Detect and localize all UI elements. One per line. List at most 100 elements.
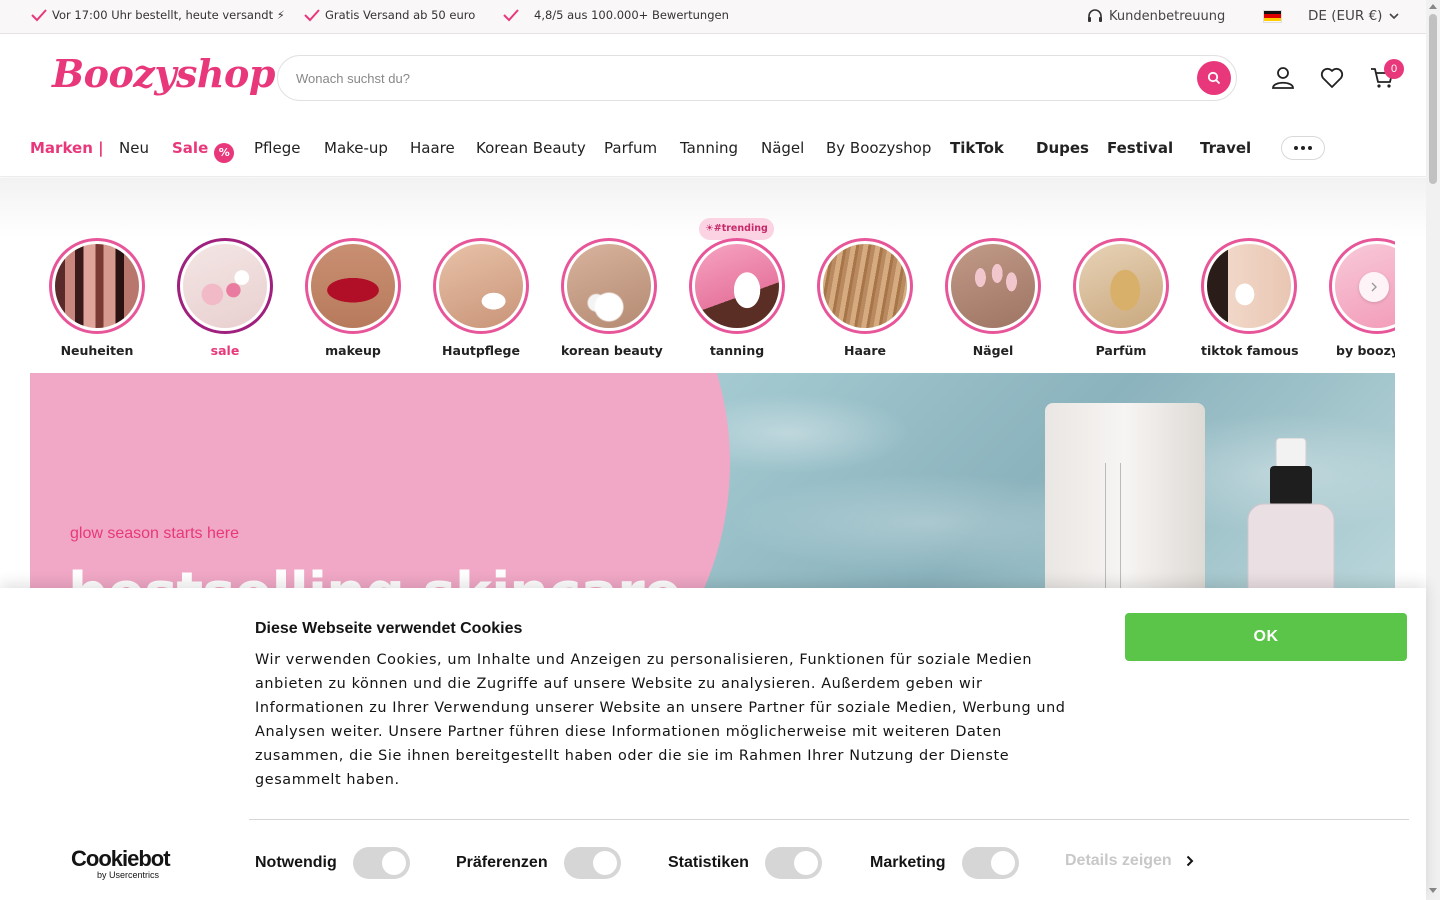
nav-item-naegel[interactable]: Nägel	[761, 139, 804, 157]
story-label: sale	[210, 343, 240, 358]
hero-pink-shape-left	[30, 373, 450, 588]
account-icon[interactable]	[1270, 65, 1296, 91]
cookie-details-label: Details zeigen	[1065, 852, 1172, 869]
story-label: makeup	[325, 343, 381, 358]
toggle-preferences-switch[interactable]	[563, 847, 621, 879]
top-usp-bar: Vor 17:00 Uhr bestellt, heute versandt ⚡…	[0, 0, 1426, 34]
story-ring	[305, 238, 401, 334]
story-label: Neuheiten	[60, 343, 134, 358]
story-tiktok-famous[interactable]: tiktok famous	[1201, 238, 1299, 358]
nav-item-tiktok[interactable]: TikTok	[950, 139, 1004, 157]
nav-item-parfum[interactable]: Parfum	[604, 139, 657, 157]
story-hautpflege[interactable]: Hautpflege	[433, 238, 529, 358]
usp-shipping-today: Vor 17:00 Uhr bestellt, heute versandt ⚡	[30, 8, 285, 22]
sale-percent-badge: %	[214, 143, 235, 163]
scrollbar-thumb[interactable]	[1429, 14, 1437, 184]
site-header: Boozyshop 0	[0, 35, 1426, 125]
story-parfuem[interactable]: Parfüm	[1073, 238, 1169, 358]
story-neuheiten[interactable]: Neuheiten	[49, 238, 145, 358]
usp-text: Vor 17:00 Uhr bestellt, heute versandt ⚡	[52, 8, 285, 22]
check-icon	[503, 9, 519, 22]
wishlist-heart-icon[interactable]	[1319, 65, 1345, 91]
search-button[interactable]	[1197, 61, 1231, 95]
story-image-products	[183, 244, 267, 328]
toggle-marketing-switch[interactable]	[961, 847, 1019, 879]
nav-item-dupes[interactable]: Dupes	[1036, 139, 1089, 157]
nav-item-makeup[interactable]: Make-up	[324, 139, 388, 157]
nav-item-tanning[interactable]: Tanning	[680, 139, 738, 157]
story-image-foam-face	[567, 244, 651, 328]
story-image-face-cream	[439, 244, 523, 328]
stories-next-button[interactable]	[1359, 272, 1389, 302]
story-makeup[interactable]: makeup	[305, 238, 401, 358]
story-label: Nägel	[972, 343, 1014, 358]
check-icon	[304, 9, 320, 22]
nav-more-button[interactable]	[1281, 136, 1325, 160]
hero-banner[interactable]: glow season starts here bestselling skin…	[30, 373, 1395, 588]
nav-item-travel[interactable]: Travel	[1200, 139, 1251, 157]
story-haare[interactable]: Haare	[817, 238, 913, 358]
scroll-up-arrow-icon[interactable]	[1429, 4, 1437, 9]
customer-service-label: Kundenbetreuung	[1109, 8, 1226, 24]
toggle-statistics-label: Statistiken	[668, 854, 749, 871]
toggle-necessary: Notwendig	[255, 847, 410, 879]
story-ring	[561, 238, 657, 334]
story-image-nails	[951, 244, 1035, 328]
nav-item-by-boozyshop[interactable]: By Boozyshop	[826, 139, 931, 157]
story-image-lipsticks	[55, 244, 139, 328]
country-currency-label: DE (EUR €)	[1308, 8, 1383, 24]
story-tanning[interactable]: tanning	[689, 238, 785, 358]
story-ring	[945, 238, 1041, 334]
story-korean-beauty[interactable]: korean beauty	[561, 238, 663, 358]
cookiebot-brand: Cookiebot	[71, 846, 171, 871]
nav-item-haare[interactable]: Haare	[410, 139, 455, 157]
chevron-right-icon	[1186, 855, 1194, 867]
story-ring	[177, 238, 273, 334]
search-icon	[1207, 71, 1221, 85]
story-naegel[interactable]: Nägel	[945, 238, 1041, 358]
story-image-tanning-mitt	[695, 244, 779, 328]
boozyshop-logo[interactable]: Boozyshop	[52, 51, 275, 96]
nav-item-marken[interactable]: Marken |	[30, 139, 104, 157]
story-ring	[433, 238, 529, 334]
cookiebot-logo: Cookiebot by Usercentrics	[71, 846, 171, 880]
hero-tagline: glow season starts here	[70, 525, 239, 542]
cookiebot-brand-sub: by Usercentrics	[97, 870, 160, 880]
cart-count-badge: 0	[1384, 59, 1404, 79]
story-by-boozyshop-inner: by boozys	[1329, 238, 1395, 358]
toggle-necessary-switch[interactable]	[352, 847, 410, 879]
page-scrollbar[interactable]	[1426, 0, 1440, 900]
nav-item-korean-beauty[interactable]: Korean Beauty	[476, 139, 586, 157]
nav-item-festival[interactable]: Festival	[1107, 139, 1173, 157]
search-input[interactable]	[296, 56, 1176, 100]
cookie-description: Wir verwenden Cookies, um Inhalte und An…	[255, 652, 1066, 788]
cookie-consent-banner: Diese Webseite verwendet Cookies Wir ver…	[0, 588, 1426, 900]
nav-item-neu[interactable]: Neu	[119, 139, 149, 157]
headset-icon	[1088, 9, 1102, 22]
search-bar	[277, 55, 1237, 101]
story-by-boozyshop[interactable]: by boozys	[1329, 238, 1395, 368]
story-sale[interactable]: sale	[177, 238, 273, 358]
germany-flag-icon	[1263, 9, 1282, 23]
story-ring	[1201, 238, 1297, 334]
customer-service-link[interactable]: Kundenbetreuung	[1087, 8, 1225, 24]
story-ring	[49, 238, 145, 334]
nav-item-sale[interactable]: Sale%	[172, 139, 235, 163]
nav-item-pflege[interactable]: Pflege	[254, 139, 300, 157]
chevron-right-icon	[1371, 282, 1377, 292]
story-label: by boozys	[1336, 343, 1395, 358]
cookie-details-link[interactable]: Details zeigen	[1065, 852, 1194, 870]
country-currency-selector[interactable]: DE (EUR €)	[1263, 8, 1400, 24]
story-ring	[1073, 238, 1169, 334]
story-image-tiktok-face	[1207, 244, 1291, 328]
toggle-marketing-label: Marketing	[870, 854, 946, 871]
tube-label	[1105, 463, 1121, 588]
scroll-down-arrow-icon[interactable]	[1429, 888, 1437, 893]
switch-knob	[990, 851, 1015, 875]
cookie-divider	[249, 819, 1409, 820]
toggle-statistics-switch[interactable]	[764, 847, 822, 879]
nav-item-sale-label: Sale	[172, 139, 209, 157]
story-ring	[817, 238, 913, 334]
cookie-ok-button[interactable]: OK	[1125, 613, 1407, 661]
check-icon	[31, 9, 47, 22]
